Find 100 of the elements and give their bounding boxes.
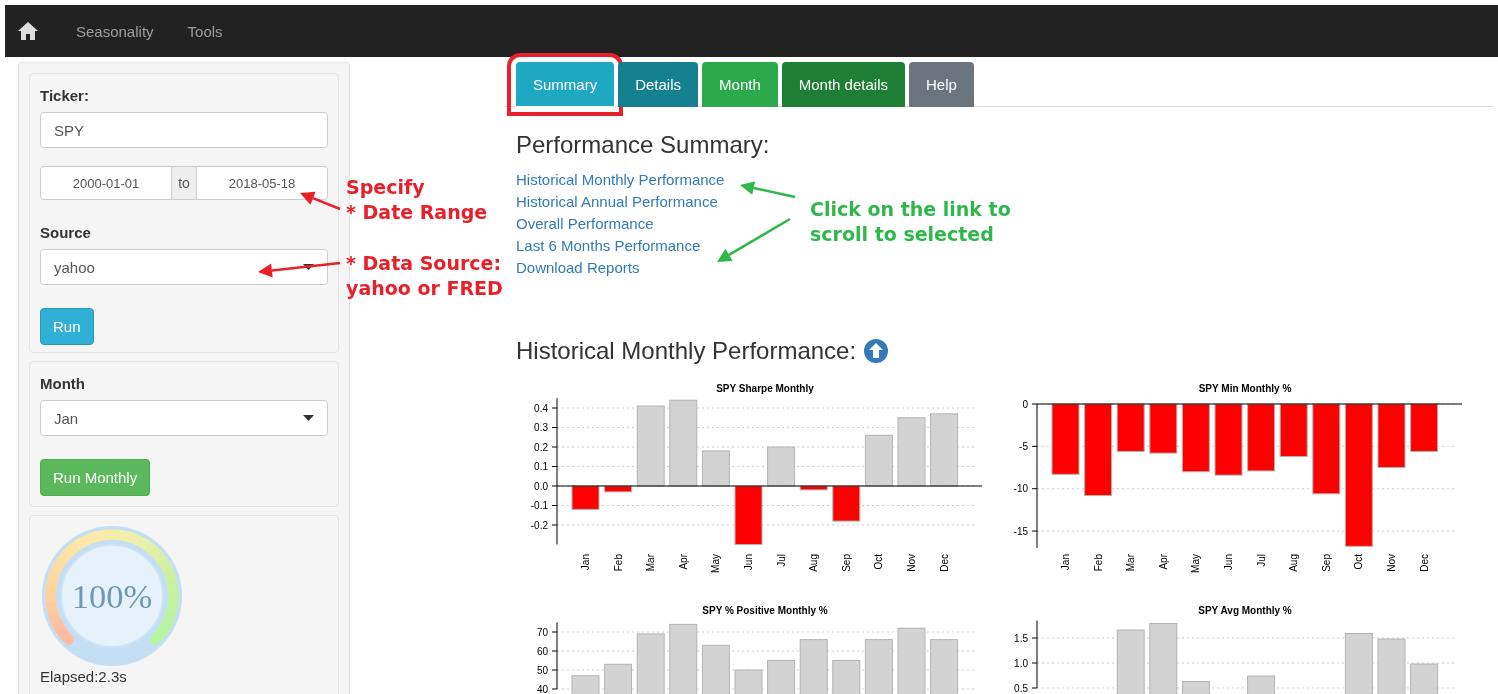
y-axis — [1031, 620, 1038, 689]
month-select[interactable]: Jan — [40, 400, 328, 436]
range-separator: to — [172, 166, 196, 200]
scroll-up-icon[interactable] — [864, 339, 889, 363]
chart-bar — [701, 450, 730, 487]
chart-title: SPY Avg Monthly % — [1198, 605, 1292, 616]
field-label: Source — [40, 224, 92, 241]
chart-bar — [1181, 681, 1210, 694]
month-label: Mar — [645, 554, 657, 572]
chart-bar — [767, 446, 796, 487]
caret-icon — [303, 264, 314, 270]
month-label: Sep — [840, 554, 852, 572]
tick-label: -5 — [1019, 440, 1028, 452]
month-label: Aug — [808, 554, 820, 572]
tick-label: 50 — [536, 664, 548, 676]
chart-title: SPY % Positive Monthly % — [702, 605, 828, 616]
caret-icon — [303, 415, 314, 421]
nav-link[interactable]: Tools — [170, 22, 240, 40]
chart-bar — [1181, 403, 1210, 473]
elapsed-time: Elapsed:2.3s — [40, 668, 127, 685]
section-heading: Performance Summary: — [516, 131, 771, 159]
section-link[interactable]: Overall Performance — [516, 215, 654, 233]
home-icon[interactable] — [17, 21, 39, 41]
month-label: Nov — [906, 554, 917, 572]
section-heading: Historical Monthly Performance: — [516, 337, 857, 365]
month-label: Apr — [677, 554, 689, 570]
chart-title: SPY Sharpe Monthly — [716, 383, 814, 394]
chart-bar — [1410, 403, 1439, 452]
month-label: Jun — [743, 554, 754, 571]
chart-bar — [832, 660, 861, 694]
chart-bar — [701, 644, 730, 694]
tick-label: 1.0 — [1014, 657, 1028, 669]
month-label: Mar — [1125, 554, 1137, 572]
tab[interactable]: Month details — [781, 62, 905, 107]
tick-label: 0 — [1022, 398, 1028, 410]
section-link[interactable]: Last 6 Months Performance — [516, 237, 701, 255]
tick-label: 0.5 — [1014, 682, 1028, 694]
annotation-arrow — [300, 191, 341, 211]
month-label: Jan — [1060, 554, 1071, 571]
chart-bar — [1247, 403, 1276, 472]
ticker-field[interactable]: SPY — [40, 112, 328, 148]
chart-bar — [767, 660, 796, 694]
annotation-text: * Date Range — [346, 200, 488, 225]
chart-bar — [1149, 403, 1178, 454]
annotation-text: Click on the link to — [810, 197, 1011, 222]
chart-title: SPY Min Monthly % — [1198, 383, 1292, 394]
tick-label: 0.2 — [534, 441, 548, 453]
chart-bar — [1279, 403, 1308, 457]
month-label: Oct — [1353, 554, 1365, 570]
chart-bar — [799, 485, 828, 491]
y-axis — [551, 622, 558, 690]
section-link[interactable]: Historical Annual Performance — [516, 193, 718, 211]
month-label: Dec — [938, 554, 950, 572]
section-link[interactable]: Historical Monthly Performance — [516, 171, 725, 189]
annotation-arrow — [740, 181, 796, 199]
chart-bar — [1116, 629, 1145, 694]
field-label: Month — [40, 375, 86, 392]
month-label: Nov — [1386, 554, 1397, 572]
month-label: Oct — [873, 554, 885, 570]
tab[interactable]: Month — [702, 62, 778, 107]
chart-bar — [1051, 403, 1080, 475]
tick-label: -10 — [1013, 483, 1028, 495]
tick-label: 0.0 — [534, 480, 548, 492]
annotation-text: Specify — [346, 175, 426, 200]
annotation-text: scroll to selected — [810, 222, 995, 247]
run-monthly-button[interactable]: Run Monthly — [40, 459, 151, 496]
tab[interactable]: Help — [908, 62, 974, 107]
tick-label: 1.5 — [1014, 632, 1028, 644]
tick-label: 60 — [536, 645, 548, 657]
tick-label: 0.1 — [534, 461, 548, 472]
chart-bar — [1247, 675, 1276, 694]
tab[interactable]: Details — [618, 62, 699, 107]
tick-label: -0.2 — [530, 519, 548, 531]
annotation-text: * Data Source: — [346, 251, 503, 276]
start-date-field[interactable]: 2000-01-01 — [40, 166, 172, 200]
tick-label: -15 — [1013, 525, 1028, 537]
chart-bar — [1377, 403, 1406, 469]
month-label: Dec — [1418, 554, 1430, 572]
month-label: Apr — [1157, 554, 1169, 570]
tick-label: -0.1 — [530, 500, 548, 511]
section-link[interactable]: Download Reports — [516, 259, 640, 277]
chart-bar — [604, 485, 633, 493]
end-date-field[interactable]: 2018-05-18 — [196, 166, 328, 200]
chart-bar — [571, 485, 600, 510]
month-label: Jul — [1255, 554, 1267, 567]
source-select[interactable]: yahoo — [40, 249, 328, 285]
month-label: Jan — [580, 554, 591, 571]
month-label: Aug — [1288, 554, 1300, 572]
nav-link[interactable]: Seasonality — [59, 22, 171, 40]
annotation-text: yahoo or FRED — [346, 276, 503, 301]
month-label: May — [710, 554, 722, 573]
field-label: Ticker: — [40, 87, 90, 104]
progress-reading: 100% — [71, 577, 153, 616]
month-label: Jun — [1223, 554, 1234, 571]
chart-bar — [832, 485, 861, 522]
run-button[interactable]: Run — [40, 308, 94, 345]
month-label: May — [1190, 554, 1202, 573]
tick-label: 0.3 — [534, 422, 548, 433]
month-label: Feb — [1092, 554, 1104, 572]
month-label: Feb — [612, 554, 624, 572]
